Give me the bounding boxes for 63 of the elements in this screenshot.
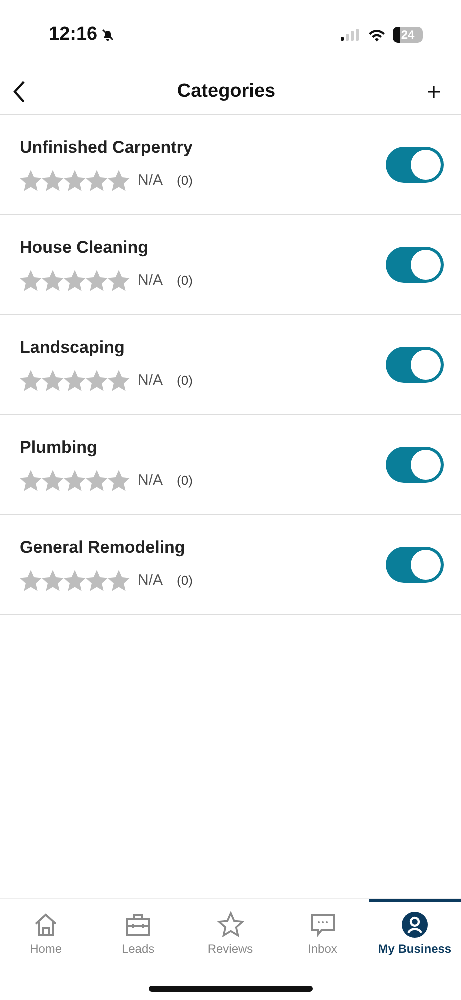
star-icon <box>20 170 42 192</box>
star-icon <box>20 470 42 492</box>
star-icon <box>108 370 130 392</box>
battery-indicator: 24 <box>393 27 423 43</box>
status-time: 12:16 <box>49 24 98 46</box>
star-icon <box>64 470 86 492</box>
star-icon <box>86 170 108 192</box>
star-icon <box>108 270 130 292</box>
star-icon <box>64 570 86 592</box>
star-icon <box>108 570 130 592</box>
star-icon <box>86 570 108 592</box>
toggle-switch[interactable] <box>386 546 444 582</box>
star-icon <box>42 370 64 392</box>
page-title: Categories <box>177 81 276 103</box>
signal-icon <box>341 29 361 41</box>
star-icon <box>64 370 86 392</box>
star-icon <box>64 270 86 292</box>
category-name: Plumbing <box>20 438 98 458</box>
tab-item[interactable]: Inbox <box>276 899 369 965</box>
review-count: (0) <box>177 573 193 588</box>
star-icon <box>20 270 42 292</box>
toggle-switch[interactable] <box>386 446 444 482</box>
chat-bubble-icon <box>310 912 336 938</box>
star-icon <box>216 911 244 938</box>
category-name: Unfinished Carpentry <box>20 138 193 158</box>
add-icon[interactable] <box>426 85 441 99</box>
tab-item[interactable]: Leads <box>92 899 184 965</box>
rating-value: N/A <box>138 172 164 189</box>
category-name: General Remodeling <box>20 538 186 558</box>
profile-icon <box>402 912 428 938</box>
house-icon <box>33 912 60 938</box>
review-count: (0) <box>177 373 193 388</box>
review-count: (0) <box>177 473 193 488</box>
back-icon[interactable] <box>12 80 26 104</box>
wifi-icon <box>368 28 386 42</box>
star-icon <box>86 470 108 492</box>
tab-item[interactable]: Reviews <box>184 899 277 965</box>
toggle-switch[interactable] <box>386 246 444 282</box>
star-icon <box>20 570 42 592</box>
briefcase-icon <box>124 912 152 938</box>
star-icon <box>86 370 108 392</box>
star-icon <box>108 470 130 492</box>
star-icon <box>42 470 64 492</box>
rating-value: N/A <box>138 472 164 489</box>
star-icon <box>20 370 42 392</box>
tab-item[interactable]: Home <box>0 899 92 965</box>
rating-value: N/A <box>138 572 164 589</box>
star-icon <box>42 170 64 192</box>
review-count: (0) <box>177 273 193 288</box>
star-icon <box>42 270 64 292</box>
toggle-switch[interactable] <box>386 146 444 182</box>
category-name: Landscaping <box>20 338 126 358</box>
star-icon <box>86 270 108 292</box>
review-count: (0) <box>177 173 193 188</box>
star-icon <box>42 570 64 592</box>
rating-value: N/A <box>138 272 164 289</box>
category-name: House Cleaning <box>20 238 150 258</box>
tab-item[interactable]: My Business <box>368 899 461 965</box>
rating-value: N/A <box>138 372 164 389</box>
toggle-switch[interactable] <box>386 346 444 382</box>
star-icon <box>108 170 130 192</box>
star-icon <box>64 170 86 192</box>
muted-bell-icon <box>100 28 115 42</box>
